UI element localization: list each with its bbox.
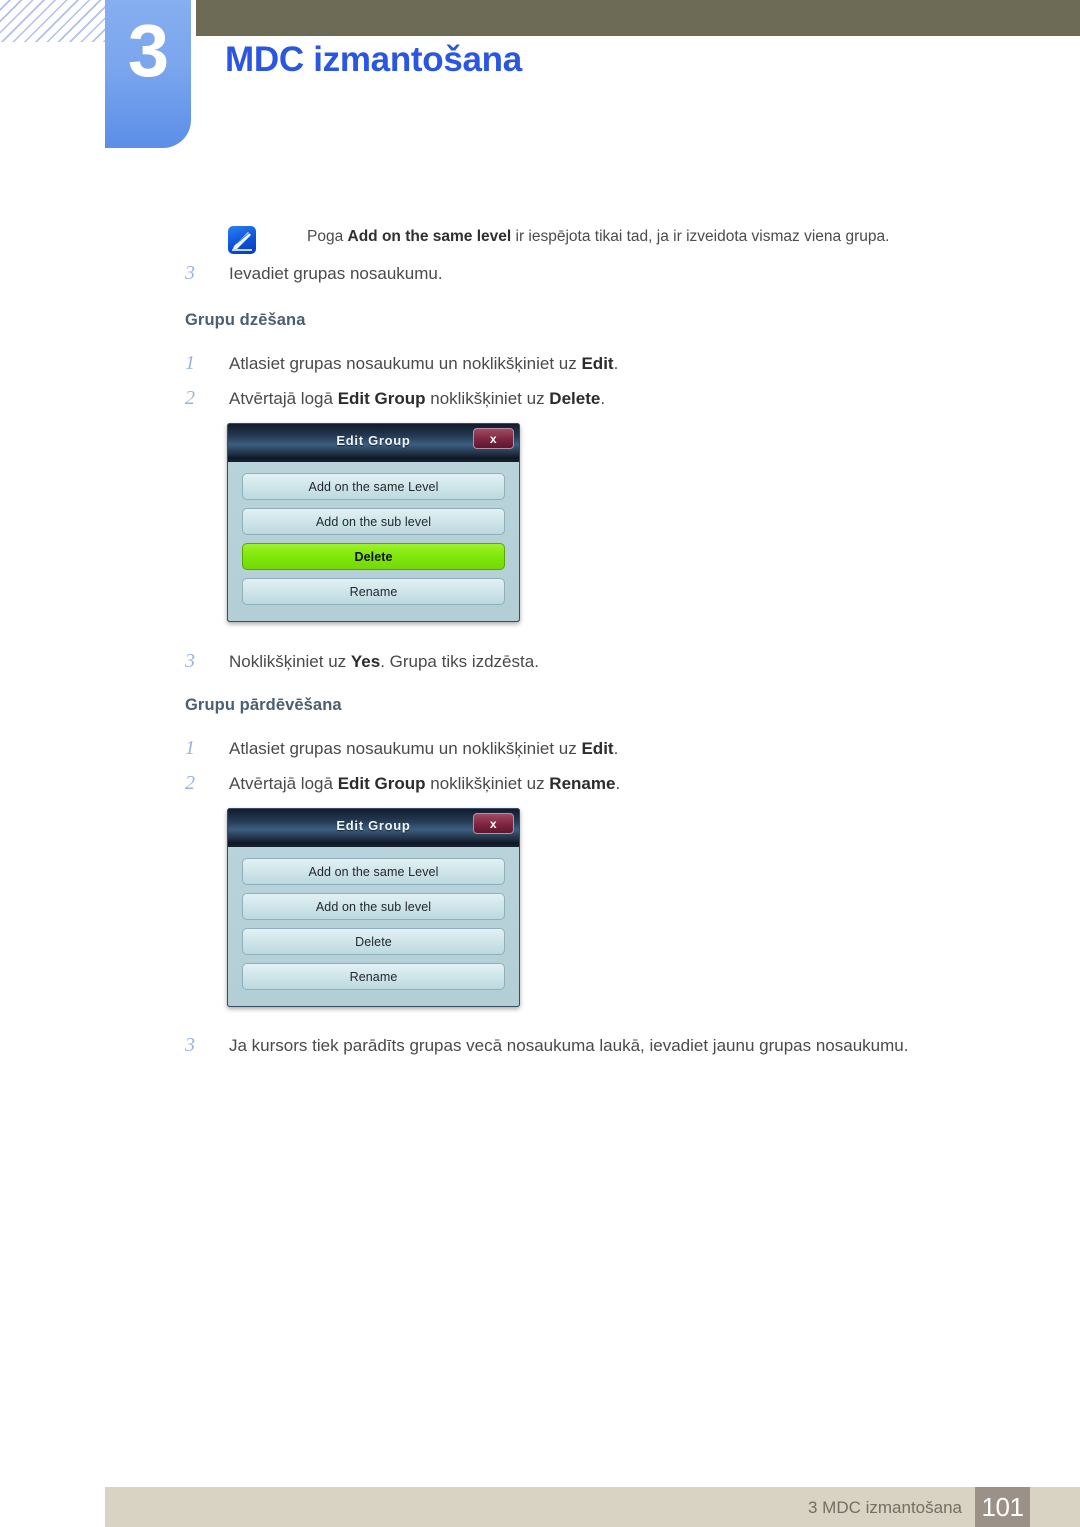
note-bold-term: Add on the same level bbox=[347, 228, 512, 245]
step-delete-2: 2 Atvērtajā logā Edit Group noklikšķinie… bbox=[185, 387, 605, 411]
step-text: Atlasiet grupas nosaukumu un noklikšķini… bbox=[229, 352, 618, 376]
step-delete-1: 1 Atlasiet grupas nosaukumu un noklikšķi… bbox=[185, 352, 618, 376]
close-icon[interactable]: x bbox=[473, 428, 514, 449]
edit-group-dialog-delete: Edit Group x Add on the same Level Add o… bbox=[227, 423, 520, 622]
step-bold-term: Edit Group bbox=[337, 389, 426, 408]
close-icon[interactable]: x bbox=[473, 813, 514, 834]
dialog-body: Add on the same Level Add on the sub lev… bbox=[228, 457, 519, 621]
step-text-pre: Atlasiet grupas nosaukumu un noklikšķini… bbox=[229, 354, 582, 373]
note-callout: Poga Add on the same level ir iespējota … bbox=[228, 226, 948, 254]
step-bold-term-2: Rename bbox=[549, 774, 616, 793]
step-rename-1: 1 Atlasiet grupas nosaukumu un noklikšķi… bbox=[185, 737, 618, 761]
step-number: 2 bbox=[185, 772, 195, 794]
dialog-frame: Edit Group x Add on the same Level Add o… bbox=[227, 423, 520, 622]
step-text-pre: Atvērtajā logā bbox=[229, 774, 338, 793]
step-rename-3: 3 Ja kursors tiek parādīts grupas vecā n… bbox=[185, 1034, 908, 1058]
step-text-mid: noklikšķiniet uz bbox=[425, 389, 550, 408]
step-number: 3 bbox=[185, 1034, 195, 1056]
chapter-number-tab: 3 bbox=[105, 0, 191, 148]
page-number: 101 bbox=[975, 1487, 1030, 1527]
step-text-post: . bbox=[600, 389, 606, 408]
note-text-post: ir iespējota tikai tad, ja ir izveidota … bbox=[511, 228, 890, 245]
add-sub-level-button[interactable]: Add on the sub level bbox=[242, 893, 505, 920]
delete-button[interactable]: Delete bbox=[242, 928, 505, 955]
dialog-body: Add on the same Level Add on the sub lev… bbox=[228, 842, 519, 1006]
chapter-number: 3 bbox=[127, 9, 169, 92]
step-delete-3: 3 Noklikšķiniet uz Yes. Grupa tiks izdzē… bbox=[185, 650, 539, 674]
step-bold-term: Yes bbox=[350, 652, 381, 671]
step-number: 2 bbox=[185, 387, 195, 409]
step-text: Atvērtajā logā Edit Group noklikšķiniet … bbox=[229, 387, 605, 411]
step-bold-term: Edit bbox=[581, 739, 614, 758]
step-text: Atvērtajā logā Edit Group noklikšķiniet … bbox=[229, 772, 620, 796]
step-text-pre: Noklikšķiniet uz bbox=[229, 652, 351, 671]
step-text-pre: Atlasiet grupas nosaukumu un noklikšķini… bbox=[229, 739, 582, 758]
step-bold-term: Edit Group bbox=[337, 774, 426, 793]
step-intro-3: 3 Ievadiet grupas nosaukumu. bbox=[185, 262, 443, 286]
step-number: 1 bbox=[185, 737, 195, 759]
page-title: MDC izmantošana bbox=[225, 40, 522, 79]
add-sub-level-button[interactable]: Add on the sub level bbox=[242, 508, 505, 535]
header-olive-bar bbox=[196, 0, 1080, 36]
step-text: Noklikšķiniet uz Yes. Grupa tiks izdzēst… bbox=[229, 650, 539, 674]
step-number: 3 bbox=[185, 262, 195, 284]
dialog-title: Edit Group bbox=[336, 433, 411, 448]
delete-button[interactable]: Delete bbox=[242, 543, 505, 570]
step-number: 3 bbox=[185, 650, 195, 672]
step-text-mid: noklikšķiniet uz bbox=[425, 774, 550, 793]
document-page: 3 MDC izmantošana Poga Add on the same l… bbox=[0, 0, 1080, 1527]
step-text-pre: Atvērtajā logā bbox=[229, 389, 338, 408]
note-text-pre: Poga bbox=[307, 228, 348, 245]
step-bold-term-2: Delete bbox=[549, 389, 601, 408]
rename-button[interactable]: Rename bbox=[242, 963, 505, 990]
footer-chapter-label: 3 MDC izmantošana bbox=[807, 1498, 962, 1517]
step-bold-term: Edit bbox=[581, 354, 614, 373]
step-rename-2: 2 Atvērtajā logā Edit Group noklikšķinie… bbox=[185, 772, 620, 796]
decorative-hatch-pattern bbox=[0, 0, 105, 42]
section-heading-delete: Grupu dzēšana bbox=[185, 311, 306, 329]
edit-group-dialog-rename: Edit Group x Add on the same Level Add o… bbox=[227, 808, 520, 1007]
dialog-title-bar: Edit Group x bbox=[228, 809, 519, 842]
note-pen-icon bbox=[228, 226, 256, 254]
step-text: Atlasiet grupas nosaukumu un noklikšķini… bbox=[229, 737, 618, 761]
section-heading-rename: Grupu pārdēvēšana bbox=[185, 696, 342, 714]
dialog-title: Edit Group bbox=[336, 818, 411, 833]
step-text-post: . bbox=[613, 354, 619, 373]
dialog-title-bar: Edit Group x bbox=[228, 424, 519, 457]
step-number: 1 bbox=[185, 352, 195, 374]
step-text-post: . bbox=[613, 739, 619, 758]
step-text: Ja kursors tiek parādīts grupas vecā nos… bbox=[229, 1036, 909, 1055]
step-text-post: . bbox=[615, 774, 621, 793]
dialog-frame: Edit Group x Add on the same Level Add o… bbox=[227, 808, 520, 1007]
add-same-level-button[interactable]: Add on the same Level bbox=[242, 473, 505, 500]
step-text-post: . Grupa tiks izdzēsta. bbox=[380, 652, 539, 671]
add-same-level-button[interactable]: Add on the same Level bbox=[242, 858, 505, 885]
step-text: Ievadiet grupas nosaukumu. bbox=[229, 264, 443, 283]
rename-button[interactable]: Rename bbox=[242, 578, 505, 605]
note-text: Poga Add on the same level ir iespējota … bbox=[307, 226, 889, 248]
